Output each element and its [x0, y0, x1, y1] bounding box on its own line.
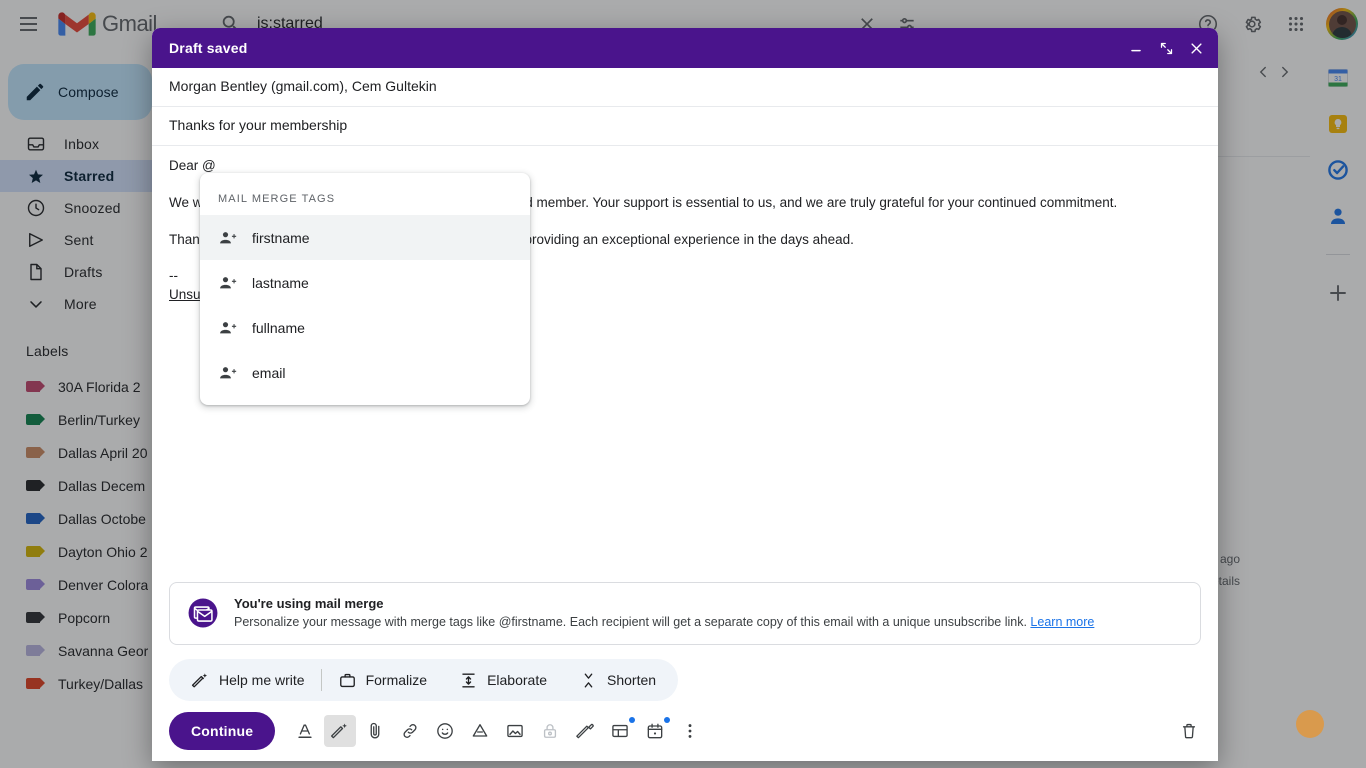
chip-label: Help me write — [219, 672, 305, 688]
briefcase-icon — [339, 673, 355, 687]
new-feature-badge — [629, 717, 636, 723]
formalize-chip[interactable]: Formalize — [322, 659, 443, 701]
mail-merge-tags-header: Mail merge tags — [218, 193, 336, 205]
compose-toolbar: Continue — [152, 701, 1218, 761]
compose-window-controls — [1122, 34, 1210, 62]
subject-field[interactable]: Thanks for your membership — [152, 107, 1218, 146]
recipients-value: Morgan Bentley (gmail.com), Cem Gultekin — [169, 78, 437, 94]
chip-label: Shorten — [607, 672, 657, 688]
mail-merge-icon — [188, 598, 218, 628]
help-me-write-icon[interactable] — [324, 715, 357, 747]
merge-tag-email[interactable]: email — [200, 350, 530, 395]
ai-assist-chips: Help me write Formalize Elaborate Shorte… — [169, 659, 679, 701]
gmail-app: Gmail is:starred Compose Inbox Starred S… — [0, 0, 1366, 768]
recipients-field[interactable]: Morgan Bentley (gmail.com), Cem Gultekin — [152, 68, 1218, 107]
chip-label: Elaborate — [487, 672, 547, 688]
merge-tag-label: fullname — [252, 319, 305, 336]
help-me-write-chip[interactable]: Help me write — [175, 659, 321, 701]
person-add-icon — [220, 366, 237, 378]
cursor-highlight — [1296, 710, 1324, 738]
popout-icon[interactable] — [1152, 34, 1180, 62]
elaborate-chip[interactable]: Elaborate — [443, 659, 563, 701]
merge-tag-firstname[interactable]: firstname — [200, 215, 530, 260]
new-feature-badge — [664, 717, 671, 723]
close-icon[interactable] — [1182, 34, 1210, 62]
merge-tag-label: lastname — [252, 274, 309, 291]
compose-window-header[interactable]: Draft saved — [152, 28, 1218, 68]
compose-toolbar-icons — [289, 715, 706, 747]
shorten-chip[interactable]: Shorten — [563, 659, 672, 701]
attach-file-icon[interactable] — [359, 715, 391, 747]
trash-icon[interactable] — [1172, 714, 1206, 748]
minimize-icon[interactable] — [1122, 34, 1150, 62]
mail-merge-tags-dropdown: Mail merge tags firstname lastn — [200, 173, 530, 405]
merge-tag-lastname[interactable]: lastname — [200, 260, 530, 305]
person-add-icon — [220, 231, 237, 243]
person-add-icon — [220, 321, 237, 333]
schedule-send-icon[interactable] — [639, 715, 671, 747]
confidential-mode-icon[interactable] — [534, 715, 566, 747]
format-text-icon[interactable] — [289, 715, 321, 747]
merge-tag-label: firstname — [252, 229, 310, 246]
magic-pen-icon — [191, 672, 208, 688]
compose-title: Draft saved — [169, 40, 248, 56]
insert-emoji-icon[interactable] — [429, 715, 461, 747]
expand-vertical-icon — [462, 672, 475, 688]
mail-merge-banner-description: Personalize your message with merge tags… — [234, 614, 1094, 631]
continue-button[interactable]: Continue — [169, 712, 276, 750]
subject-value: Thanks for your membership — [169, 117, 348, 133]
layout-icon[interactable] — [604, 715, 636, 747]
mail-merge-banner-desc-text: Personalize your message with merge tags… — [234, 615, 1027, 630]
learn-more-link[interactable]: Learn more — [1030, 615, 1094, 629]
merge-tag-label: email — [252, 364, 286, 381]
insert-link-icon[interactable] — [394, 715, 426, 747]
compose-window: Draft saved Morgan Bentley (gmail.com), … — [152, 28, 1218, 761]
insert-drive-icon[interactable] — [464, 715, 496, 747]
mail-merge-banner-title: You're using mail merge — [234, 596, 384, 612]
collapse-vertical-icon — [584, 672, 593, 688]
mail-merge-banner-text: You're using mail merge Personalize your… — [234, 596, 1094, 631]
merge-tag-fullname[interactable]: fullname — [200, 305, 530, 350]
mail-merge-banner: You're using mail merge Personalize your… — [169, 582, 1201, 645]
message-body[interactable]: Dear @ We wanted to take a moment to tha… — [152, 146, 1218, 570]
insert-photo-icon[interactable] — [499, 715, 531, 747]
chip-label: Formalize — [365, 672, 428, 688]
more-options-icon[interactable] — [674, 715, 706, 747]
person-add-icon — [220, 276, 237, 288]
insert-signature-icon[interactable] — [569, 715, 601, 747]
